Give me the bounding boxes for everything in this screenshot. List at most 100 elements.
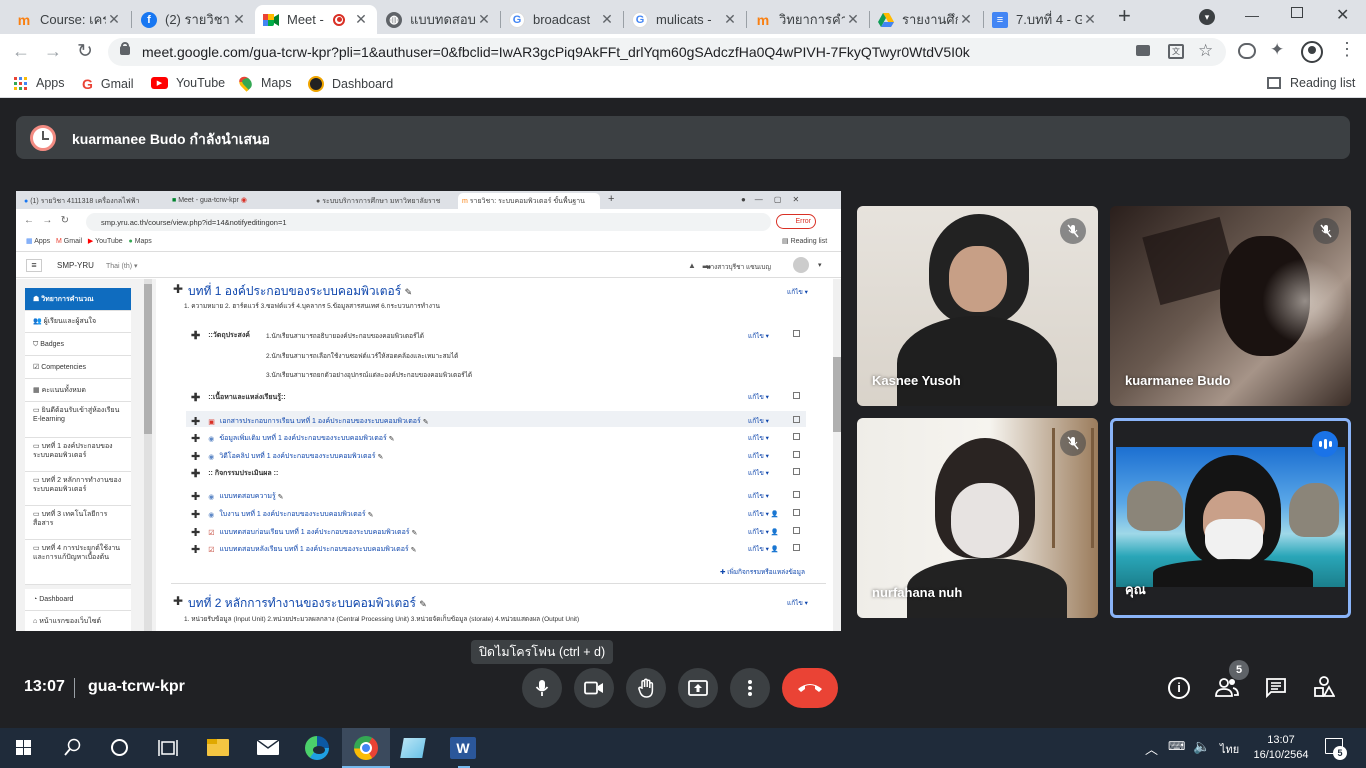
bookmark-star-icon[interactable]: ☆ (1198, 41, 1213, 61)
network-icon[interactable]: ⌨ (1168, 739, 1185, 753)
close-window-button[interactable]: ✕ (1336, 5, 1349, 25)
profile-avatar[interactable] (1301, 41, 1323, 63)
tab-search-icon[interactable]: ▾ (1199, 9, 1215, 25)
youtube-icon: ▶ (151, 77, 168, 89)
participant-tile[interactable]: nurfahana nuh (857, 418, 1098, 618)
browser-tab[interactable]: G broadcast ✕ (501, 5, 623, 34)
close-tab-icon[interactable]: ✕ (476, 11, 492, 28)
translate-icon[interactable]: 文 (1168, 44, 1184, 59)
search-icon[interactable] (64, 738, 82, 756)
shared-url: smp.yru.ac.th/course/view.php?id=14&noti… (101, 218, 287, 227)
close-tab-icon[interactable]: ✕ (106, 11, 122, 28)
cortana-icon[interactable] (111, 739, 128, 756)
present-screen-button[interactable] (678, 668, 718, 708)
sidebar-label: บทที่ 2 หลักการทำงานของระบบคอมพิวเตอร์ (33, 477, 122, 493)
reload-icon[interactable]: ↻ (77, 40, 93, 63)
extensions-puzzle-icon[interactable]: ✦ (1270, 40, 1284, 60)
resource-row: ✚ ◉ วิดีโอคลิป บทที่ 1 องค์ประกอบของระบบคอ… (191, 451, 384, 463)
forward-arrow-icon[interactable]: → (44, 41, 62, 62)
input-language[interactable]: ไทย (1220, 740, 1239, 758)
browser-tab[interactable]: f (2) รายวิชา ✕ (133, 5, 255, 34)
close-tab-icon[interactable]: ✕ (599, 11, 615, 28)
moodle-user-avatar (793, 257, 809, 273)
volume-icon[interactable]: 🔈 (1193, 738, 1210, 755)
bookmark-maps[interactable]: Maps (236, 74, 292, 92)
reading-list-label: Reading list (1290, 76, 1356, 90)
leave-call-button[interactable] (782, 668, 838, 708)
mail-icon[interactable] (257, 740, 279, 755)
clock[interactable]: 13:07 16/10/2564 (1252, 733, 1310, 763)
close-tab-icon[interactable]: ✕ (1082, 11, 1098, 28)
bookmark-apps[interactable]: Apps (14, 76, 65, 90)
extension-chat-icon[interactable] (1238, 43, 1256, 59)
shared-tab-title: รายวิชา: ระบบคอมพิวเตอร์ ขั้นพื้นฐาน (469, 198, 585, 205)
meeting-details-icon[interactable]: i (1168, 677, 1190, 699)
camera-button[interactable] (574, 668, 614, 708)
address-bar[interactable]: meet.google.com/gua-tcrw-kpr?pli=1&authu… (108, 38, 1226, 66)
activity-row: ✚ ☑ แบบทดสอบหลังเรียน บทที่ 1 องค์ประกอบขอ… (191, 544, 417, 556)
more-vert-icon (748, 680, 752, 696)
shared-error-text: Error (795, 218, 811, 225)
row-edit-menu: แก้ไข ▾ 👤 (748, 511, 779, 518)
edit-label: แก้ไข (748, 511, 764, 518)
moodle-favicon-icon: m (17, 11, 31, 28)
word-icon[interactable]: W (450, 737, 476, 759)
edit-label: แก้ไข (748, 529, 764, 536)
shared-window-controls-icon: ● — ▢ ✕ (741, 195, 800, 204)
browser-tab[interactable]: ≡ 7.บทที่ 4 - G ✕ (984, 5, 1106, 34)
reading-list-button[interactable]: Reading list (1267, 76, 1355, 90)
close-tab-icon[interactable]: ✕ (231, 11, 247, 28)
bookmark-gmail[interactable]: G Gmail (82, 76, 134, 92)
browser-tab[interactable]: m Course: เคร ✕ (8, 5, 130, 34)
back-arrow-icon[interactable]: ← (12, 41, 30, 62)
participant-tile-self[interactable]: คุณ (1110, 418, 1351, 618)
shared-bookmark: Gmail (63, 238, 83, 245)
close-tab-icon[interactable]: ✕ (845, 11, 861, 28)
bookmark-dashboard[interactable]: Dashboard (308, 76, 393, 92)
browser-tab[interactable]: m วิทยาการคำน ✕ (747, 5, 869, 34)
completion-checkbox (793, 509, 800, 516)
raise-hand-button[interactable] (626, 668, 666, 708)
windows-start-icon[interactable] (16, 740, 31, 755)
tray-expand-icon[interactable]: ︿ (1145, 739, 1158, 758)
camera-in-use-icon[interactable] (1136, 45, 1150, 56)
section-edit-menu: แก้ไข ▾ (787, 600, 808, 607)
edge-icon[interactable] (305, 736, 329, 760)
browser-tab[interactable]: G mulicats - ✕ (624, 5, 746, 34)
row-edit-menu: แก้ไข ▾ 👤 (748, 529, 779, 536)
sidebar-item: ◔ Dashboard (25, 589, 131, 611)
file-explorer-icon[interactable] (207, 739, 229, 756)
chrome-taskbar-button[interactable] (342, 728, 390, 768)
restore-window-button[interactable] (1291, 7, 1303, 18)
close-tab-icon[interactable]: ✕ (722, 11, 738, 28)
sidebar-item-active: ☗ วิทยาการคำนวณ (25, 288, 131, 311)
new-tab-button[interactable]: + (1118, 5, 1131, 27)
maps-pin-icon (236, 74, 255, 92)
chat-button[interactable] (1265, 677, 1287, 698)
shared-screen: ● (1) รายวิชา 4111318 เครื่องกลไฟฟ้า ■ M… (16, 191, 841, 631)
activities-button[interactable] (1313, 676, 1335, 698)
activity-link: แบบทดสอบก่อนเรียน บทที่ 1 องค์ประกอบของร… (219, 529, 410, 536)
moodle-user-name: นางสาวบุรีชา แซนเบญ (706, 264, 771, 271)
menu-dots-icon[interactable]: ⋮ (1338, 39, 1356, 60)
browser-tab[interactable]: รายงานศึกษ ✕ (870, 5, 982, 34)
browser-tab-active[interactable]: Meet - ✕ (255, 5, 377, 34)
close-tab-icon[interactable]: ✕ (353, 11, 369, 28)
browser-tab[interactable]: ◍ แบบทดสอบ ✕ (378, 5, 500, 34)
bookmark-youtube[interactable]: ▶ YouTube (151, 76, 225, 90)
more-options-button[interactable] (730, 668, 770, 708)
section2-title: บทที่ 2 หลักการทำงานของระบบคอมพิวเตอร์ ✎ (188, 596, 427, 610)
close-tab-icon[interactable]: ✕ (958, 11, 974, 28)
participant-tile[interactable]: kuarmanee Budo (1110, 206, 1351, 406)
microphone-button[interactable] (522, 668, 562, 708)
bookmark-label: Maps (261, 76, 292, 90)
people-button[interactable] (1215, 677, 1239, 697)
clock-date: 16/10/2564 (1253, 749, 1309, 761)
resource-link: ข้อมูลเพิ่มเติม บทที่ 1 องค์ประกอบของระบ… (219, 435, 387, 442)
add-activity-text: เพิ่มกิจกรรมหรือแหล่งข้อมูล (727, 569, 805, 576)
presenter-avatar (30, 125, 56, 151)
participant-tile[interactable]: Kasnee Yusoh (857, 206, 1098, 406)
task-view-icon[interactable] (158, 739, 178, 757)
minimize-window-button[interactable]: — (1245, 7, 1259, 23)
app-icon[interactable] (400, 738, 426, 758)
